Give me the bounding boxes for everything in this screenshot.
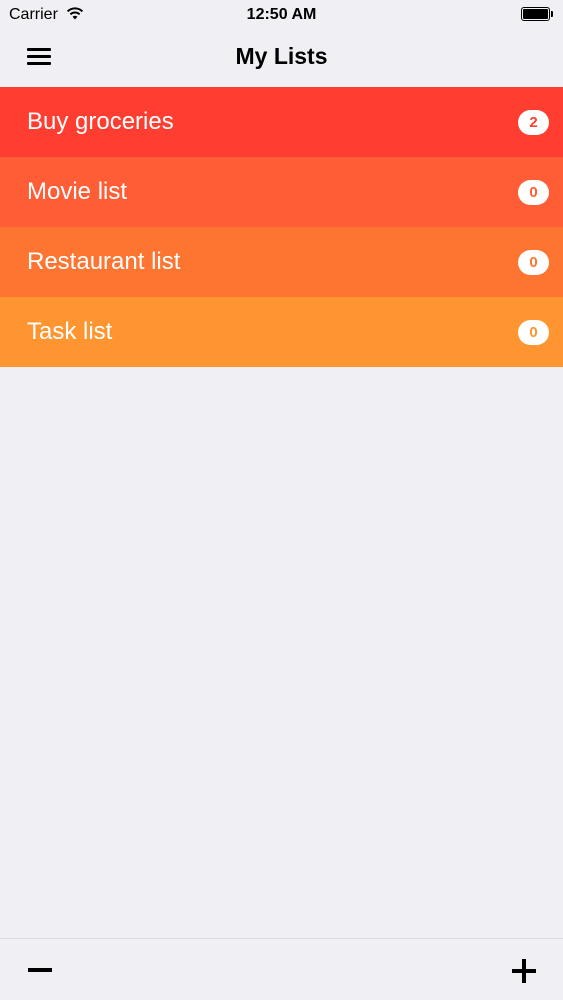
battery-icon [521, 7, 553, 21]
status-bar: Carrier 12:50 AM [0, 0, 563, 30]
count-badge: 0 [518, 320, 549, 345]
list-item[interactable]: Buy groceries 2 [0, 87, 563, 157]
list-item[interactable]: Task list 0 [0, 297, 563, 367]
count-badge: 0 [518, 180, 549, 205]
app-screen: Carrier 12:50 AM My Lists Buy groceries … [0, 0, 563, 1000]
list-item-label: Restaurant list [27, 248, 181, 275]
lists-container: Buy groceries 2 Movie list 0 Restaurant … [0, 87, 563, 367]
page-title: My Lists [235, 43, 328, 69]
list-item-label: Buy groceries [27, 108, 174, 135]
count-badge: 2 [518, 110, 549, 135]
count-badge: 0 [518, 250, 549, 275]
navigation-bar: My Lists [0, 30, 563, 87]
minus-icon[interactable] [24, 957, 56, 983]
list-item-label: Movie list [27, 178, 128, 205]
list-item[interactable]: Movie list 0 [0, 157, 563, 227]
status-time: 12:50 AM [246, 6, 317, 23]
bottom-toolbar [0, 938, 563, 1000]
list-item[interactable]: Restaurant list 0 [0, 227, 563, 297]
plus-icon[interactable] [509, 957, 539, 985]
list-item-label: Task list [27, 318, 113, 345]
